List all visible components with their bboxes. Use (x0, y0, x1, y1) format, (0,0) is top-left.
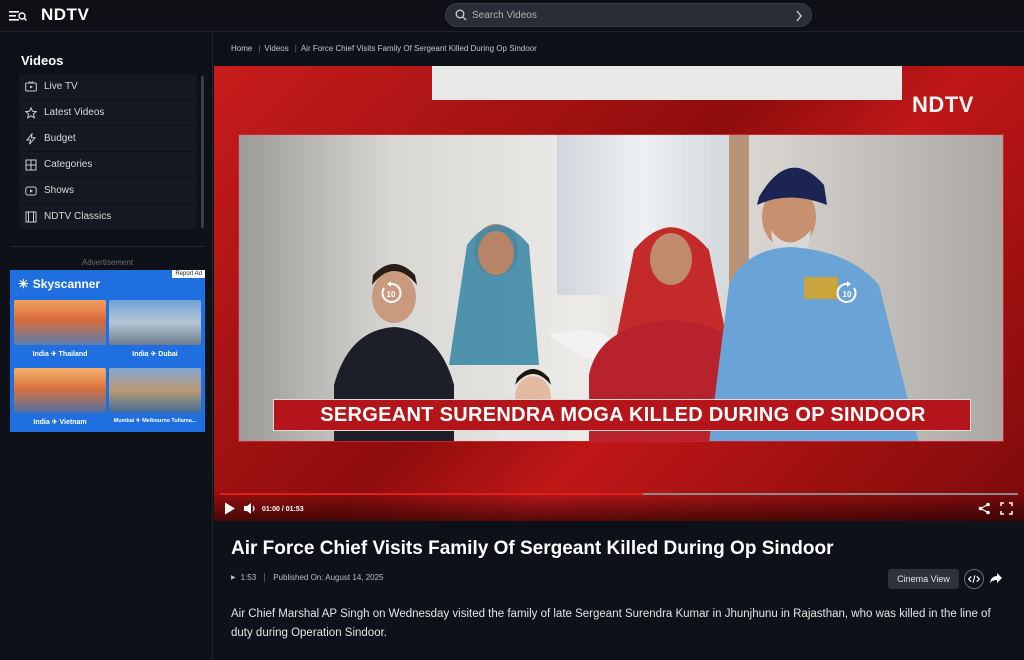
ndtv-logo[interactable]: NDTV (41, 5, 89, 25)
ad-tile-image[interactable] (14, 368, 106, 413)
breadcrumb-current: Air Force Chief Visits Family Of Sergean… (300, 44, 537, 53)
chevron-right-icon[interactable] (795, 10, 803, 22)
grid-icon (25, 159, 37, 170)
breadcrumb-videos[interactable]: Videos (264, 44, 288, 53)
sidebar-nav: Live TV Latest Videos Budget Categories … (19, 74, 197, 230)
breadcrumb-separator: | (258, 44, 261, 53)
player-controls (214, 491, 1024, 521)
menu-search-icon[interactable] (9, 9, 27, 23)
sidebar-item-live-tv[interactable]: Live TV (19, 74, 197, 100)
search-input[interactable] (472, 7, 772, 23)
skyscanner-icon: ☀ (18, 277, 29, 291)
ad-tile-caption: India ✈ Thailand (32, 351, 88, 358)
report-ad-button[interactable]: Report Ad (172, 270, 205, 278)
breadcrumb-home[interactable]: Home (231, 44, 252, 53)
channel-logo: NDTV (912, 92, 974, 117)
cinema-view-button[interactable]: Cinema View (888, 569, 959, 589)
star-icon (25, 106, 37, 119)
video-meta: ▶ 1:53 Published On: August 14, 2025 (231, 573, 384, 582)
video-description: Air Chief Marshal AP Singh on Wednesday … (231, 608, 991, 639)
sidebar-item-label: Live TV (44, 81, 78, 92)
meta-divider (264, 573, 266, 582)
sidebar-scrollbar[interactable] (201, 76, 204, 228)
sidebar-item-budget[interactable]: Budget (19, 126, 197, 152)
tv-icon (25, 81, 37, 92)
sidebar-item-label: Categories (44, 159, 93, 170)
video-title: Air Force Chief Visits Family Of Sergean… (231, 538, 834, 559)
ad-tile-caption: India ✈ Dubai (132, 351, 178, 358)
logo-text: NDTV (41, 5, 90, 24)
divider (10, 246, 205, 247)
embed-code-icon[interactable] (964, 569, 984, 589)
skip-back-10-icon[interactable]: 10 (378, 280, 404, 306)
skip-forward-label: 10 (843, 290, 852, 299)
ad-brand-text: Skyscanner (32, 277, 101, 291)
ad-tile-caption: India ✈ Vietnam (33, 419, 87, 426)
bolt-icon (25, 132, 37, 145)
sidebar-item-categories[interactable]: Categories (19, 152, 197, 178)
video-player[interactable]: NDTV SERGEANT SURENDRA MOGA KILLED DURIN… (214, 66, 1024, 521)
fullscreen-icon[interactable] (1000, 502, 1013, 515)
sidebar-item-latest-videos[interactable]: Latest Videos (19, 100, 197, 126)
search-icon (455, 9, 467, 21)
sidebar-item-shows[interactable]: Shows (19, 178, 197, 204)
published-date: Published On: August 14, 2025 (273, 573, 384, 582)
video-caption-banner: SERGEANT SURENDRA MOGA KILLED DURING OP … (273, 399, 971, 431)
ad-banner[interactable]: Report Ad ☀ Skyscanner India ✈ Thailand I… (10, 270, 205, 432)
breadcrumb: Home | Videos | Air Force Chief Visits Famil… (231, 44, 539, 53)
sidebar-item-label: Shows (44, 185, 75, 196)
share-icon[interactable] (978, 502, 991, 515)
video-scene-people (334, 167, 919, 441)
ad-tile-image[interactable] (14, 300, 106, 345)
ad-tile-caption: Mumbai ✈ Melbourne Tullama... (113, 418, 197, 424)
progress-fill (220, 493, 643, 495)
skip-back-label: 10 (387, 290, 396, 299)
breadcrumb-separator: | (294, 44, 297, 53)
progress-bar[interactable] (220, 493, 1018, 495)
video-duration: 1:53 (240, 573, 257, 582)
time-display: 01:00 / 01:53 (262, 506, 304, 513)
play-box-icon (25, 186, 37, 195)
video-top-strip (432, 66, 902, 100)
ad-label: Advertisement (81, 258, 134, 267)
skip-forward-10-icon[interactable]: 10 (834, 280, 860, 306)
video-frame (238, 134, 1004, 442)
share-arrow-icon[interactable] (989, 571, 1003, 585)
film-icon (25, 211, 37, 222)
play-small-icon: ▶ (231, 575, 236, 581)
ad-tile-image[interactable] (109, 300, 201, 345)
sidebar-item-label: Budget (44, 133, 76, 144)
caption-text: SERGEANT SURENDRA MOGA KILLED DURING OP … (320, 404, 926, 426)
ad-tile-image[interactable] (109, 368, 201, 413)
top-bar: NDTV (0, 0, 1024, 32)
sidebar-title: Videos (21, 53, 64, 68)
sidebar: Videos Live TV Latest Videos Budget Cate… (0, 32, 213, 660)
sidebar-item-label: NDTV Classics (44, 211, 112, 222)
sidebar-item-ndtv-classics[interactable]: NDTV Classics (19, 204, 197, 230)
search-bar[interactable] (445, 3, 812, 27)
play-icon[interactable] (224, 502, 236, 515)
ad-brand: ☀ Skyscanner (18, 277, 100, 291)
sidebar-item-label: Latest Videos (44, 107, 105, 118)
volume-icon[interactable] (243, 502, 257, 515)
